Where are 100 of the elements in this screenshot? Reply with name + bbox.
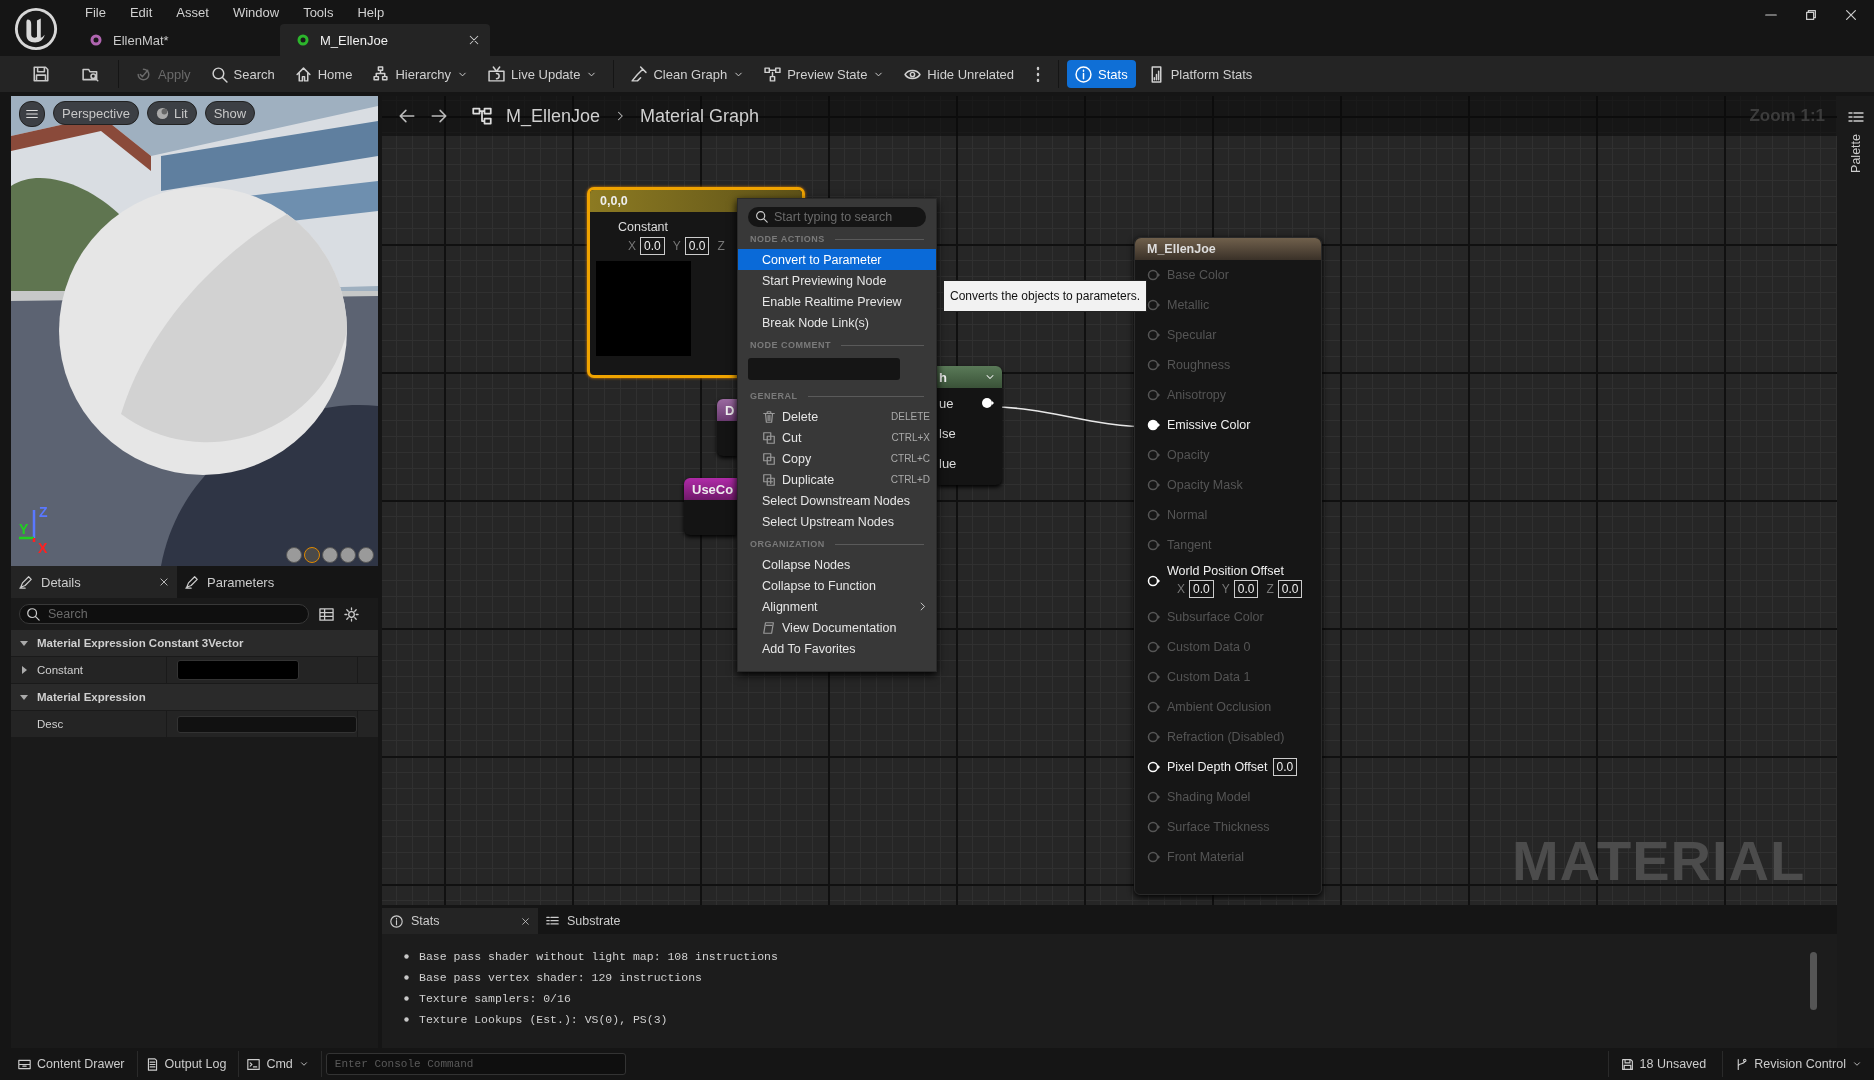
breadcrumb-link[interactable]: Material Graph [640,105,760,127]
node-title: h [939,369,947,385]
pin-icon[interactable] [981,397,994,409]
property-label: Constant [37,664,84,676]
restore-icon[interactable] [1804,8,1818,22]
menu-item[interactable]: Convert to Parameter [738,249,936,270]
dropdown-button[interactable]: Hierarchy [364,60,477,88]
comment-field[interactable] [748,358,900,380]
section-header[interactable]: Material Expression [11,684,378,711]
caret-icon [19,692,29,702]
toolbar-button[interactable]: Stats [1067,60,1136,88]
panel-tab[interactable]: Stats [382,908,538,934]
status-button[interactable]: 18 Unsaved [1607,1051,1719,1077]
save-icon[interactable] [32,65,50,83]
pin-label: Refraction (Disabled) [1167,730,1285,744]
viewport-button[interactable]: Perspective [53,101,139,125]
status-button[interactable]: Cmd [243,1051,322,1077]
menu-item[interactable]: Add To Favorites [738,638,936,659]
pin-label: Shading Model [1167,790,1251,804]
menu-item[interactable]: Tools [291,4,346,20]
status-button[interactable]: Content Drawer [14,1051,138,1077]
search-field[interactable]: Search [19,604,309,624]
document-tab[interactable]: M_EllenJoe [280,24,490,56]
sphere-icon [155,106,169,120]
panel-tab[interactable]: Details [11,566,177,598]
document-tab[interactable]: EllenMat* [73,24,278,56]
text-field[interactable] [177,715,357,733]
color-swatch[interactable] [177,660,299,680]
menu-item[interactable]: Edit [117,4,165,20]
settings-icon[interactable] [344,606,359,622]
plane-icon[interactable] [322,547,338,563]
search-field[interactable]: Start typing to search [748,207,926,227]
panel-tab[interactable]: Parameters [177,566,343,598]
menu-item[interactable]: Select Upstream Nodes [738,511,936,532]
section-header[interactable]: Material Expression Constant 3Vector [11,630,378,657]
palette-tab[interactable]: Palette [1848,134,1863,173]
pin-label: Surface Thickness [1167,820,1270,834]
property-label: Desc [37,718,64,730]
value-field[interactable]: 0.0 [684,237,710,255]
value-field[interactable]: 0.0 [1277,580,1303,598]
breadcrumb-link[interactable]: M_EllenJoe [506,105,601,127]
toolbar-button[interactable]: Hide Unrelated [896,60,1023,88]
scrollbar-thumb[interactable] [1810,952,1817,1010]
teapot-icon[interactable] [358,547,374,563]
menu-item[interactable]: Duplicate CTRL+D [738,469,936,490]
close-icon[interactable] [468,34,480,46]
cube-icon[interactable] [340,547,356,563]
close-icon[interactable] [1844,8,1858,22]
menu-item[interactable]: Alignment [738,596,936,617]
pin-icon[interactable] [1147,419,1161,431]
status-button[interactable]: Revision Control [1722,1051,1874,1077]
toolbar-button[interactable]: Home [286,60,361,88]
axis-label: X [1177,582,1185,596]
menu-item[interactable]: Asset [164,4,221,20]
value-field[interactable]: 0.0 [640,237,665,255]
node-label: Constant [618,220,670,234]
menu-item[interactable]: View Documentation [738,617,936,638]
caret-icon[interactable] [19,665,29,675]
pencil-icon [19,575,33,589]
panel-tab[interactable]: Substrate [538,908,694,934]
menu-item[interactable]: Collapse Nodes [738,554,936,575]
value-field[interactable]: 0.0 [1272,758,1298,776]
value-field[interactable]: 0.0 [1233,580,1259,598]
viewport-button[interactable]: Lit [146,101,197,125]
graph-node[interactable]: UseCo [684,478,737,535]
logo-icon[interactable] [13,6,59,52]
menu-item[interactable]: Copy CTRL+C [738,448,936,469]
sphere-icon[interactable] [304,547,320,563]
dropdown-button[interactable]: Preview State [756,60,893,88]
branch-icon [1735,1057,1749,1071]
cylinder-icon[interactable] [286,547,302,563]
close-icon[interactable] [159,577,169,587]
dropdown-button[interactable]: Live Update [480,60,606,88]
graph-node[interactable]: h ue lse lue [937,366,1002,485]
material-icon [89,33,103,47]
back-arrow-icon[interactable] [398,107,416,125]
toolbar-button[interactable]: Platform Stats [1139,60,1261,88]
forward-arrow-icon[interactable] [430,107,448,125]
pin-icon[interactable] [1147,575,1161,587]
save-icon [1620,1057,1634,1071]
menu-item[interactable]: File [73,4,118,20]
close-icon[interactable] [521,916,530,926]
status-button[interactable]: Output Log [141,1051,240,1077]
pin-label: Custom Data 0 [1167,640,1251,654]
menu-item[interactable]: Help [345,4,397,20]
value-field[interactable]: 0.0 [1189,580,1214,598]
menu-item[interactable]: Delete DELETE [738,406,936,427]
graph-node[interactable]: D [717,399,739,456]
menu-item[interactable]: Collapse to Function [738,575,936,596]
dropdown-button[interactable]: Clean Graph [622,60,753,88]
pin-label: Subsurface Color [1167,610,1264,624]
menu-item[interactable]: Cut CTRL+X [738,427,936,448]
menu-item[interactable]: Select Downstream Nodes [738,490,936,511]
menu-item[interactable]: Window [220,4,292,20]
table-icon[interactable] [319,606,334,622]
broom-icon [630,65,648,83]
node-title: 0,0,0 [600,194,628,208]
pin-icon[interactable] [1147,761,1161,773]
console-field[interactable]: Enter Console Command [325,1053,626,1075]
toolbar-button[interactable]: Search [202,60,283,88]
